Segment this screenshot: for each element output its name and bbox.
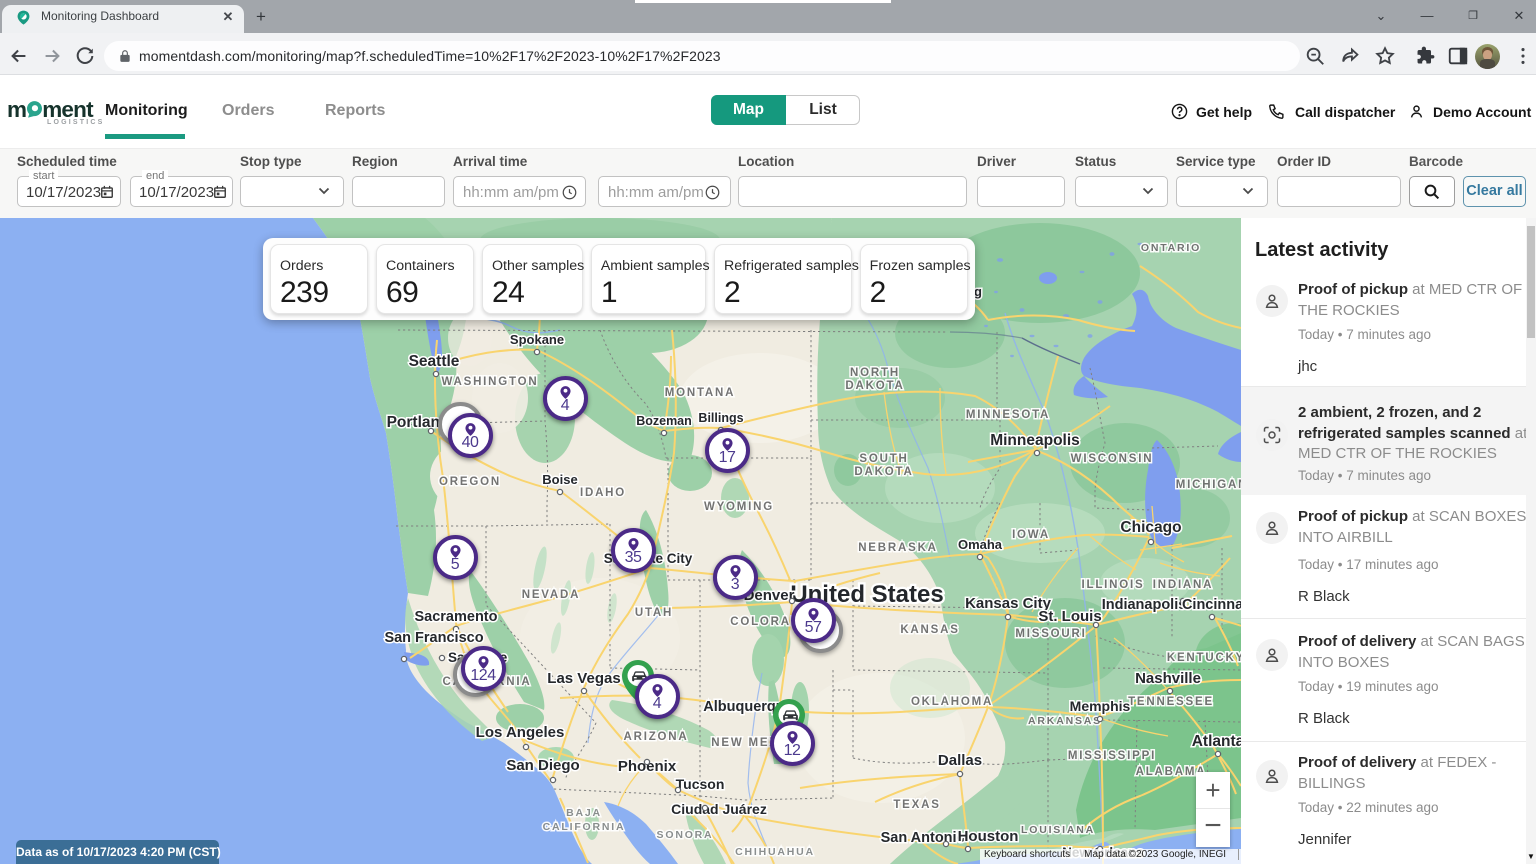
svg-text:DAKOTA: DAKOTA — [845, 380, 904, 392]
svg-text:BAJA: BAJA — [566, 807, 602, 819]
svg-text:St. Louis: St. Louis — [1038, 608, 1101, 625]
svg-text:Bozeman: Bozeman — [636, 414, 692, 428]
svg-text:CALIFORNIA: CALIFORNIA — [543, 821, 626, 833]
svg-text:OKLAHOMA: OKLAHOMA — [911, 696, 993, 708]
svg-text:MONTANA: MONTANA — [665, 387, 736, 399]
svg-text:WISCONSIN: WISCONSIN — [1071, 453, 1154, 465]
svg-text:UTAH: UTAH — [635, 607, 673, 619]
svg-text:NORTH: NORTH — [850, 367, 900, 379]
svg-text:Dallas: Dallas — [938, 752, 982, 769]
svg-text:SOUTH: SOUTH — [859, 453, 908, 465]
svg-text:Los Angeles: Los Angeles — [476, 724, 565, 741]
svg-text:MINNESOTA: MINNESOTA — [966, 409, 1050, 421]
svg-text:Tucson: Tucson — [676, 776, 725, 792]
svg-text:ONTARIO: ONTARIO — [1141, 242, 1201, 254]
svg-text:San Antonio: San Antonio — [881, 830, 966, 846]
svg-text:LOUISIANA: LOUISIANA — [1021, 824, 1095, 836]
svg-text:KENTUCKY: KENTUCKY — [1167, 652, 1241, 664]
svg-text:Boise: Boise — [542, 472, 577, 487]
svg-text:CHIHUAHUA: CHIHUAHUA — [735, 846, 815, 858]
svg-text:DAKOTA: DAKOTA — [854, 466, 913, 478]
svg-text:Cincinnati: Cincinnati — [1182, 597, 1241, 613]
svg-text:TENNESSEE: TENNESSEE — [1128, 696, 1214, 708]
svg-text:Spokane: Spokane — [510, 332, 564, 347]
svg-text:Omaha: Omaha — [958, 537, 1003, 552]
svg-text:NEVADA: NEVADA — [522, 589, 581, 601]
svg-text:MISSISSIPPI: MISSISSIPPI — [1068, 750, 1156, 762]
svg-text:Sacramento: Sacramento — [414, 609, 497, 625]
svg-text:Las Vegas: Las Vegas — [547, 670, 620, 687]
svg-text:g: g — [974, 284, 982, 299]
svg-text:ILLINOIS: ILLINOIS — [1082, 579, 1145, 591]
svg-text:NEBRASKA: NEBRASKA — [858, 542, 938, 554]
svg-text:Indianapolis: Indianapolis — [1102, 597, 1187, 613]
svg-text:Atlanta: Atlanta — [1192, 733, 1241, 750]
svg-text:TEXAS: TEXAS — [893, 799, 940, 811]
svg-text:IDAHO: IDAHO — [580, 487, 626, 499]
svg-text:MICHIGAN: MICHIGAN — [1176, 479, 1241, 491]
svg-text:San Diego: San Diego — [506, 757, 579, 774]
svg-text:WYOMING: WYOMING — [704, 501, 774, 513]
svg-text:Billings: Billings — [698, 411, 743, 425]
svg-text:OREGON: OREGON — [439, 476, 501, 488]
svg-text:IOWA: IOWA — [1012, 529, 1050, 541]
svg-text:KANSAS: KANSAS — [900, 624, 959, 636]
svg-text:Nashville: Nashville — [1135, 670, 1201, 687]
svg-text:SONORA: SONORA — [657, 829, 714, 841]
svg-text:San Francisco: San Francisco — [384, 630, 483, 646]
svg-text:Minneapolis: Minneapolis — [990, 432, 1080, 449]
svg-text:Ciudad Juárez: Ciudad Juárez — [671, 801, 767, 817]
svg-text:Houston: Houston — [958, 828, 1019, 845]
svg-text:Memphis: Memphis — [1070, 698, 1131, 714]
svg-text:ARIZONA: ARIZONA — [624, 731, 689, 743]
svg-text:ARKANSAS: ARKANSAS — [1028, 715, 1102, 727]
svg-text:WASHINGTON: WASHINGTON — [441, 376, 538, 388]
svg-text:Seattle: Seattle — [409, 353, 460, 370]
svg-text:INDIANA: INDIANA — [1153, 579, 1214, 591]
svg-text:MISSOURI: MISSOURI — [1015, 628, 1086, 640]
svg-text:Chicago: Chicago — [1120, 519, 1181, 536]
